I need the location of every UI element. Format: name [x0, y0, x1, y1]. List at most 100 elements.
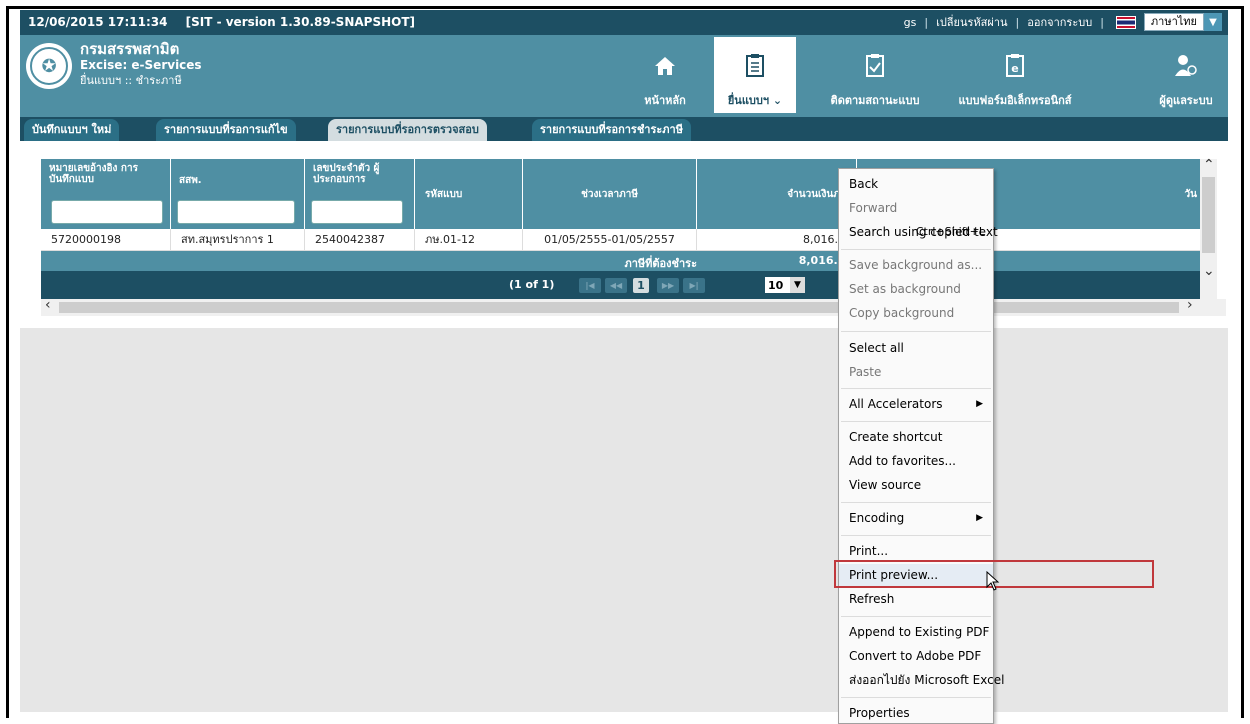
- col-header-tax-id[interactable]: เลขประจำตัว ผู้ประกอบการ: [305, 159, 415, 229]
- menu-item-copy-background[interactable]: Copy background: [839, 302, 993, 324]
- cell-tax-id[interactable]: 2540042387: [305, 229, 415, 251]
- menu-item-create-shortcut[interactable]: Create shortcut: [839, 426, 993, 448]
- seal-icon: ✪: [30, 47, 68, 85]
- menu-separator: [841, 697, 991, 698]
- cell-amount[interactable]: 8,016.25: [697, 229, 857, 251]
- menu-item-paste[interactable]: Paste: [839, 361, 993, 383]
- username-link[interactable]: gs: [904, 16, 917, 29]
- cell-form-code[interactable]: ภษ.01-12: [415, 229, 523, 251]
- submenu-arrow-icon: ▶: [976, 399, 983, 409]
- nav-electronic-forms[interactable]: e แบบฟอร์มอิเล็กทรอนิกส์: [940, 37, 1090, 113]
- menu-item-add-favorites[interactable]: Add to favorites...: [839, 450, 993, 472]
- summary-label: ภาษีที่ต้องชำระ: [624, 257, 697, 270]
- last-page-icon[interactable]: ▶|: [683, 278, 705, 293]
- excise-seal-logo: ✪: [26, 43, 72, 89]
- first-page-icon[interactable]: |◀: [579, 278, 601, 293]
- menu-item-forward[interactable]: Forward: [839, 197, 993, 219]
- nav-home-label: หน้าหลัก: [644, 94, 686, 107]
- admin-user-icon: [1148, 37, 1224, 77]
- menu-separator: [841, 502, 991, 503]
- nav-admin-label: ผู้ดูแลระบบ: [1159, 94, 1213, 107]
- shortcut-text: Ctrl+Shift+L: [915, 225, 985, 238]
- datetime-text: 12/06/2015 17:11:34: [28, 15, 168, 29]
- tab-pending-payment[interactable]: รายการแบบที่รอการชำระภาษี: [532, 119, 691, 141]
- language-select[interactable]: ภาษาไทย ▼: [1143, 13, 1222, 31]
- menu-item-properties[interactable]: Properties: [839, 702, 993, 724]
- system-name: Excise: e-Services: [80, 58, 202, 72]
- clipboard-check-icon: [820, 37, 930, 77]
- menu-item-print[interactable]: Print...: [839, 540, 993, 562]
- nav-electronic-forms-label: แบบฟอร์มอิเล็กทรอนิกส์: [958, 94, 1072, 107]
- tab-new-form[interactable]: บันทึกแบบฯ ใหม่: [24, 119, 120, 141]
- horizontal-scrollbar[interactable]: ‹ ›: [41, 297, 1226, 316]
- mouse-cursor-icon: [986, 570, 1000, 595]
- nav-admin[interactable]: ผู้ดูแลระบบ: [1148, 37, 1224, 113]
- submenu-arrow-icon: ▶: [976, 513, 983, 523]
- tab-pending-review[interactable]: รายการแบบที่รอการตรวจสอบ: [328, 119, 487, 141]
- scroll-left-icon[interactable]: ‹: [45, 297, 51, 313]
- scroll-right-icon[interactable]: ›: [1187, 297, 1193, 313]
- col-header-form-code[interactable]: รหัสแบบ: [415, 159, 523, 229]
- nav-track-status[interactable]: ติดตามสถานะแบบ: [820, 37, 930, 113]
- tab-bar: บันทึกแบบฯ ใหม่ รายการแบบที่รอการแก้ไข ร…: [20, 117, 1228, 141]
- menu-item-search-copied[interactable]: Search using copied text Ctrl+Shift+L: [839, 221, 998, 243]
- page-background: [20, 328, 1228, 712]
- scroll-up-icon[interactable]: ⌃: [1203, 157, 1215, 173]
- cell-office[interactable]: สท.สมุทรปราการ 1: [171, 229, 305, 251]
- scroll-down-icon[interactable]: ⌄: [1203, 263, 1215, 279]
- chevron-down-icon: ▼: [790, 277, 805, 293]
- col-header-period[interactable]: ช่วงเวลาภาษี: [523, 159, 697, 229]
- menu-item-all-accelerators[interactable]: All Accelerators ▶: [839, 393, 993, 415]
- summary-row: ภาษีที่ต้องชำระ 8,016.25: [41, 251, 1202, 271]
- nav-home[interactable]: หน้าหลัก: [630, 37, 700, 113]
- filter-input-office[interactable]: [177, 200, 295, 224]
- menu-item-convert-pdf[interactable]: Convert to Adobe PDF: [839, 645, 993, 667]
- brand-block: กรมสรรพสามิต Excise: e-Services ยื่นแบบฯ…: [80, 41, 202, 89]
- menu-item-view-source[interactable]: View source: [839, 474, 993, 496]
- menu-item-set-background[interactable]: Set as background: [839, 278, 993, 300]
- rows-per-page-select[interactable]: 10 ▼: [765, 277, 805, 293]
- nav-submit-form-label: ยื่นแบบฯ ⌄: [727, 94, 783, 107]
- change-password-link[interactable]: เปลี่ยนรหัสผ่าน: [936, 13, 1007, 31]
- rows-per-page-value: 10: [768, 278, 784, 292]
- vertical-scrollbar[interactable]: ⌃ ⌄: [1200, 157, 1217, 299]
- page-number-button[interactable]: 1: [633, 278, 649, 293]
- clipboard-icon: [714, 37, 796, 77]
- menu-separator: [841, 388, 991, 389]
- menu-item-refresh[interactable]: Refresh: [839, 588, 993, 610]
- logout-link[interactable]: ออกจากระบบ: [1027, 13, 1092, 31]
- menu-item-select-all[interactable]: Select all: [839, 337, 993, 359]
- menu-item-save-background[interactable]: Save background as...: [839, 254, 993, 276]
- summary-value: 8,016.25: [798, 254, 853, 267]
- page-info: (1 of 1): [509, 278, 555, 291]
- filter-input-tax-id[interactable]: [311, 200, 403, 224]
- nav-submit-form[interactable]: ยื่นแบบฯ ⌄: [714, 37, 796, 113]
- menu-separator: [841, 249, 991, 250]
- horizontal-scroll-thumb[interactable]: [59, 302, 1179, 313]
- prev-page-icon[interactable]: ◀◀: [605, 278, 627, 293]
- cell-ref-no[interactable]: 5720000198: [41, 229, 171, 251]
- breadcrumb: ยื่นแบบฯ :: ชำระภาษี: [80, 74, 182, 87]
- col-header-ref-no[interactable]: หมายเลขอ้างอิง การบันทึกแบบ: [41, 159, 171, 229]
- filter-input-ref-no[interactable]: [51, 200, 163, 224]
- menu-item-append-pdf[interactable]: Append to Existing PDF: [839, 621, 993, 643]
- nav-track-status-label: ติดตามสถานะแบบ: [830, 94, 920, 107]
- vertical-scroll-thumb[interactable]: [1202, 177, 1215, 253]
- e-form-icon: e: [940, 37, 1090, 77]
- session-info: 12/06/2015 17:11:34 [SIT - version 1.30.…: [28, 15, 429, 29]
- next-page-icon[interactable]: ▶▶: [657, 278, 679, 293]
- menu-separator: [841, 535, 991, 536]
- data-table-panel: หมายเลขอ้างอิง การบันทึกแบบ สสพ. เลขประจ…: [20, 141, 1228, 328]
- col-header-amount[interactable]: จำนวนเงินภาษี: [697, 159, 857, 229]
- cell-period[interactable]: 01/05/2555-01/05/2557: [523, 229, 697, 251]
- menu-item-encoding[interactable]: Encoding ▶: [839, 507, 993, 529]
- tab-pending-edit[interactable]: รายการแบบที่รอการแก้ไข: [156, 119, 296, 141]
- top-status-bar: 12/06/2015 17:11:34 [SIT - version 1.30.…: [20, 10, 1228, 35]
- chevron-down-icon: ⌄: [772, 94, 783, 107]
- chevron-down-icon[interactable]: ▼: [1204, 13, 1222, 31]
- menu-item-back[interactable]: Back: [839, 173, 993, 195]
- thai-flag-icon: [1115, 15, 1136, 29]
- col-header-office[interactable]: สสพ.: [171, 159, 305, 229]
- context-menu: Back Forward Search using copied text Ct…: [838, 168, 1004, 724]
- menu-item-export-excel[interactable]: ส่งออกไปยัง Microsoft Excel: [839, 669, 1004, 691]
